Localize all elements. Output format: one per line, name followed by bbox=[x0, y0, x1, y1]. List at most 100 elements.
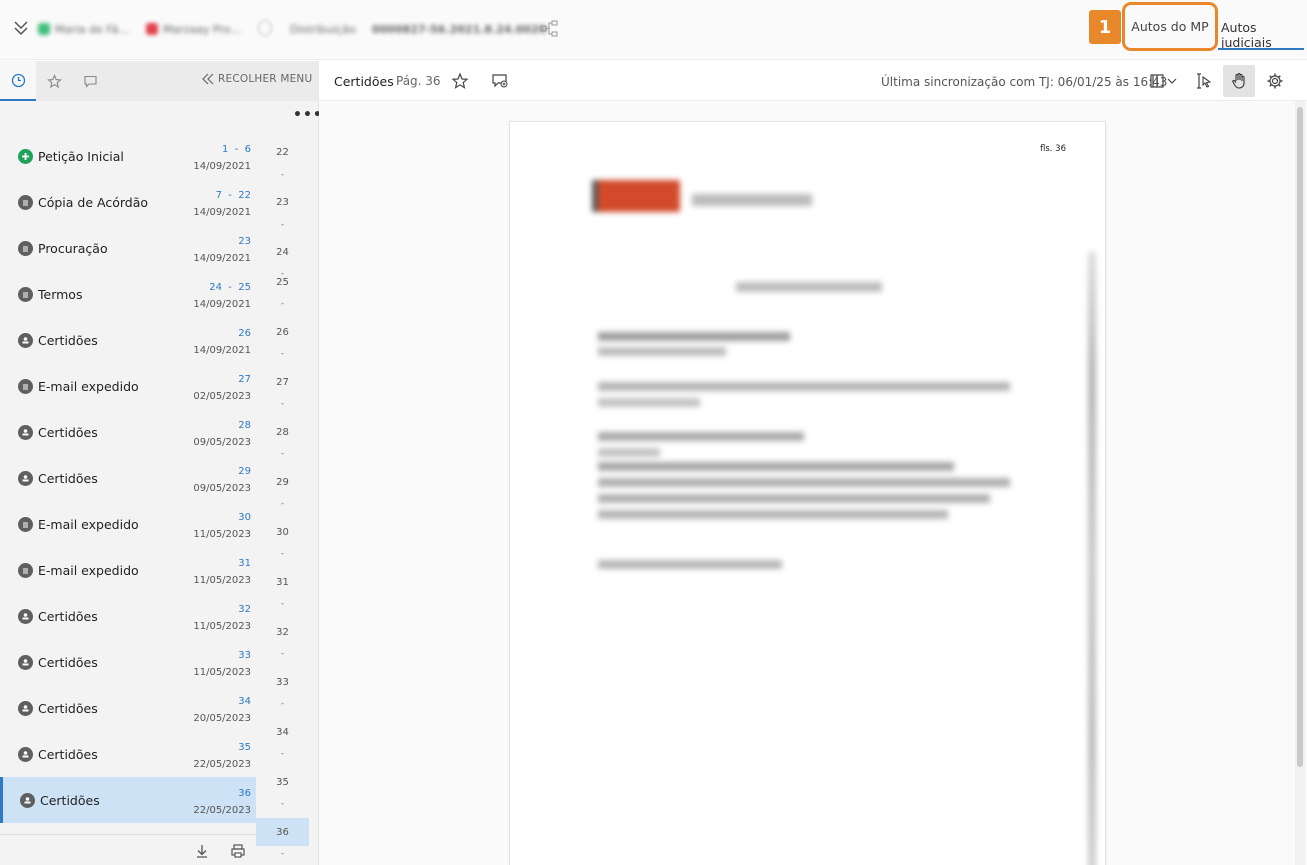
document-pages[interactable]: 23 bbox=[238, 236, 251, 247]
annotation-badge: 1 bbox=[1089, 10, 1121, 44]
tab-comments[interactable] bbox=[72, 61, 108, 101]
document-item[interactable]: Certidões 29 09/05/2023 bbox=[0, 455, 256, 501]
document-pages[interactable]: 35 bbox=[238, 742, 251, 753]
double-chevron-left-icon bbox=[202, 73, 214, 85]
document-label: Petição Inicial bbox=[38, 149, 124, 164]
viewer-toolbar: Certidões Pág. 36 Última sincronização c… bbox=[319, 61, 1307, 101]
party-chip-1[interactable]: Maria de Fá... bbox=[38, 22, 129, 36]
blurred-text-line bbox=[598, 432, 804, 441]
document-item[interactable]: Cópia de Acórdão 7 - 22 14/09/2021 bbox=[0, 179, 256, 225]
blurred-title bbox=[736, 282, 882, 292]
blurred-text-line bbox=[598, 347, 726, 356]
page-index-number[interactable]: 27 bbox=[256, 377, 309, 388]
page-index-number[interactable]: 32 bbox=[256, 627, 309, 638]
document-pages[interactable]: 30 bbox=[238, 512, 251, 523]
page-index-dash: - bbox=[280, 549, 285, 559]
stamp-icon bbox=[20, 793, 35, 808]
page-index-number[interactable]: 35 bbox=[256, 777, 309, 788]
page-index-number[interactable]: 26 bbox=[256, 327, 309, 338]
document-pages[interactable]: 27 bbox=[238, 374, 251, 385]
document-label: Certidões bbox=[38, 425, 98, 440]
page-index-number[interactable]: 28 bbox=[256, 427, 309, 438]
document-pages[interactable]: 36 bbox=[238, 788, 251, 799]
star-icon[interactable] bbox=[451, 72, 469, 90]
download-icon[interactable] bbox=[194, 843, 210, 859]
party-chip-2-label: Marzaay Pro... bbox=[163, 22, 241, 36]
vertical-scrollbar[interactable] bbox=[1295, 101, 1305, 865]
page-index-number[interactable]: 34 bbox=[256, 727, 309, 738]
page-index-number[interactable]: 22 bbox=[256, 147, 309, 158]
scrollbar-thumb[interactable] bbox=[1297, 107, 1303, 767]
document-item-selected[interactable]: Certidões 36 22/05/2023 bbox=[0, 777, 256, 823]
document-item[interactable]: E-mail expedido 31 11/05/2023 bbox=[0, 547, 256, 593]
document-item[interactable]: Procuração 23 14/09/2021 bbox=[0, 225, 256, 271]
blurred-margin-text bbox=[1088, 252, 1096, 865]
document-item[interactable]: Certidões 33 11/05/2023 bbox=[0, 639, 256, 685]
page-index-number[interactable]: 23 bbox=[256, 197, 309, 208]
document-item[interactable]: Certidões 28 09/05/2023 bbox=[0, 409, 256, 455]
hierarchy-icon[interactable] bbox=[540, 20, 558, 38]
document-pages[interactable]: 26 bbox=[238, 328, 251, 339]
print-icon[interactable] bbox=[230, 843, 246, 859]
document-pages[interactable]: 29 bbox=[238, 466, 251, 477]
page-index-number[interactable]: 33 bbox=[256, 677, 309, 688]
page-index-dash: - bbox=[280, 299, 285, 309]
add-comment-icon[interactable] bbox=[491, 72, 509, 90]
document-label: Procuração bbox=[38, 241, 108, 256]
page-index-number[interactable]: 24 bbox=[256, 247, 309, 258]
text-select-icon[interactable] bbox=[1194, 72, 1212, 90]
stamp-icon bbox=[18, 609, 33, 624]
page-index-dash: - bbox=[280, 599, 285, 609]
document-item[interactable]: E-mail expedido 27 02/05/2023 bbox=[0, 363, 256, 409]
pan-tool-button[interactable] bbox=[1223, 65, 1255, 97]
tab-autos-judiciais[interactable]: Autos judiciais bbox=[1218, 16, 1304, 50]
page-index-number[interactable]: 30 bbox=[256, 527, 309, 538]
document-label: Termos bbox=[38, 287, 83, 302]
document-date: 11/05/2023 bbox=[193, 667, 251, 678]
page-index-number[interactable]: 29 bbox=[256, 477, 309, 488]
document-date: 09/05/2023 bbox=[193, 437, 251, 448]
document-title: Certidões bbox=[334, 74, 394, 89]
document-item[interactable]: Certidões 26 14/09/2021 bbox=[0, 317, 256, 363]
page-index-dash: - bbox=[280, 699, 285, 709]
hand-icon bbox=[1232, 72, 1245, 89]
document-pages[interactable]: 32 bbox=[238, 604, 251, 615]
document-item[interactable]: Termos 24 - 25 14/09/2021 bbox=[0, 271, 256, 317]
collapse-menu-button[interactable]: RECOLHER MENU bbox=[202, 73, 312, 85]
document-date: 02/05/2023 bbox=[193, 391, 251, 402]
document-pages[interactable]: 7 - 22 bbox=[216, 190, 251, 201]
blurred-text-line bbox=[598, 332, 790, 341]
tab-history[interactable] bbox=[0, 61, 36, 101]
class-chip: Distribuição bbox=[290, 22, 356, 36]
document-pages[interactable]: 1 - 6 bbox=[222, 144, 251, 155]
document-item[interactable]: Certidões 34 20/05/2023 bbox=[0, 685, 256, 731]
document-viewer[interactable]: fls. 36 bbox=[319, 101, 1307, 865]
document-pages[interactable]: 31 bbox=[238, 558, 251, 569]
document-icon bbox=[18, 195, 33, 210]
document-item[interactable]: E-mail expedido 30 11/05/2023 bbox=[0, 501, 256, 547]
page-index-number-active[interactable]: 36 bbox=[256, 827, 309, 838]
document-pages[interactable]: 28 bbox=[238, 420, 251, 431]
page-index-number[interactable]: 25 bbox=[256, 277, 309, 288]
document-item[interactable]: Petição Inicial 1 - 6 14/09/2021 bbox=[0, 133, 256, 179]
view-mode-dropdown-icon[interactable] bbox=[1149, 72, 1181, 90]
party-chip-2[interactable]: Marzaay Pro... bbox=[146, 22, 241, 36]
sidebar: RECOLHER MENU ••• Petição Inicial 1 - 6 … bbox=[0, 61, 322, 865]
blurred-text-line bbox=[598, 448, 660, 457]
document-pages[interactable]: 33 bbox=[238, 650, 251, 661]
document-item[interactable]: Certidões 35 22/05/2023 bbox=[0, 731, 256, 777]
document-label: Certidões bbox=[38, 609, 98, 624]
page-index-number[interactable]: 31 bbox=[256, 577, 309, 588]
document-date: 11/05/2023 bbox=[193, 529, 251, 540]
document-date: 09/05/2023 bbox=[193, 483, 251, 494]
document-date: 14/09/2021 bbox=[193, 161, 251, 172]
document-pages[interactable]: 24 - 25 bbox=[209, 282, 251, 293]
double-chevron-down-icon[interactable] bbox=[12, 18, 30, 38]
gear-icon[interactable] bbox=[1266, 72, 1284, 90]
tab-autos-mp[interactable]: Autos do MP bbox=[1122, 2, 1218, 51]
page-index-dash: - bbox=[280, 220, 285, 230]
document-pages[interactable]: 34 bbox=[238, 696, 251, 707]
page-index-column: 22 - 23 - 24 - 25 - 26 - 27 - 28 - 29 - … bbox=[256, 133, 309, 865]
tab-favorites[interactable] bbox=[36, 61, 72, 101]
document-item[interactable]: Certidões 32 11/05/2023 bbox=[0, 593, 256, 639]
